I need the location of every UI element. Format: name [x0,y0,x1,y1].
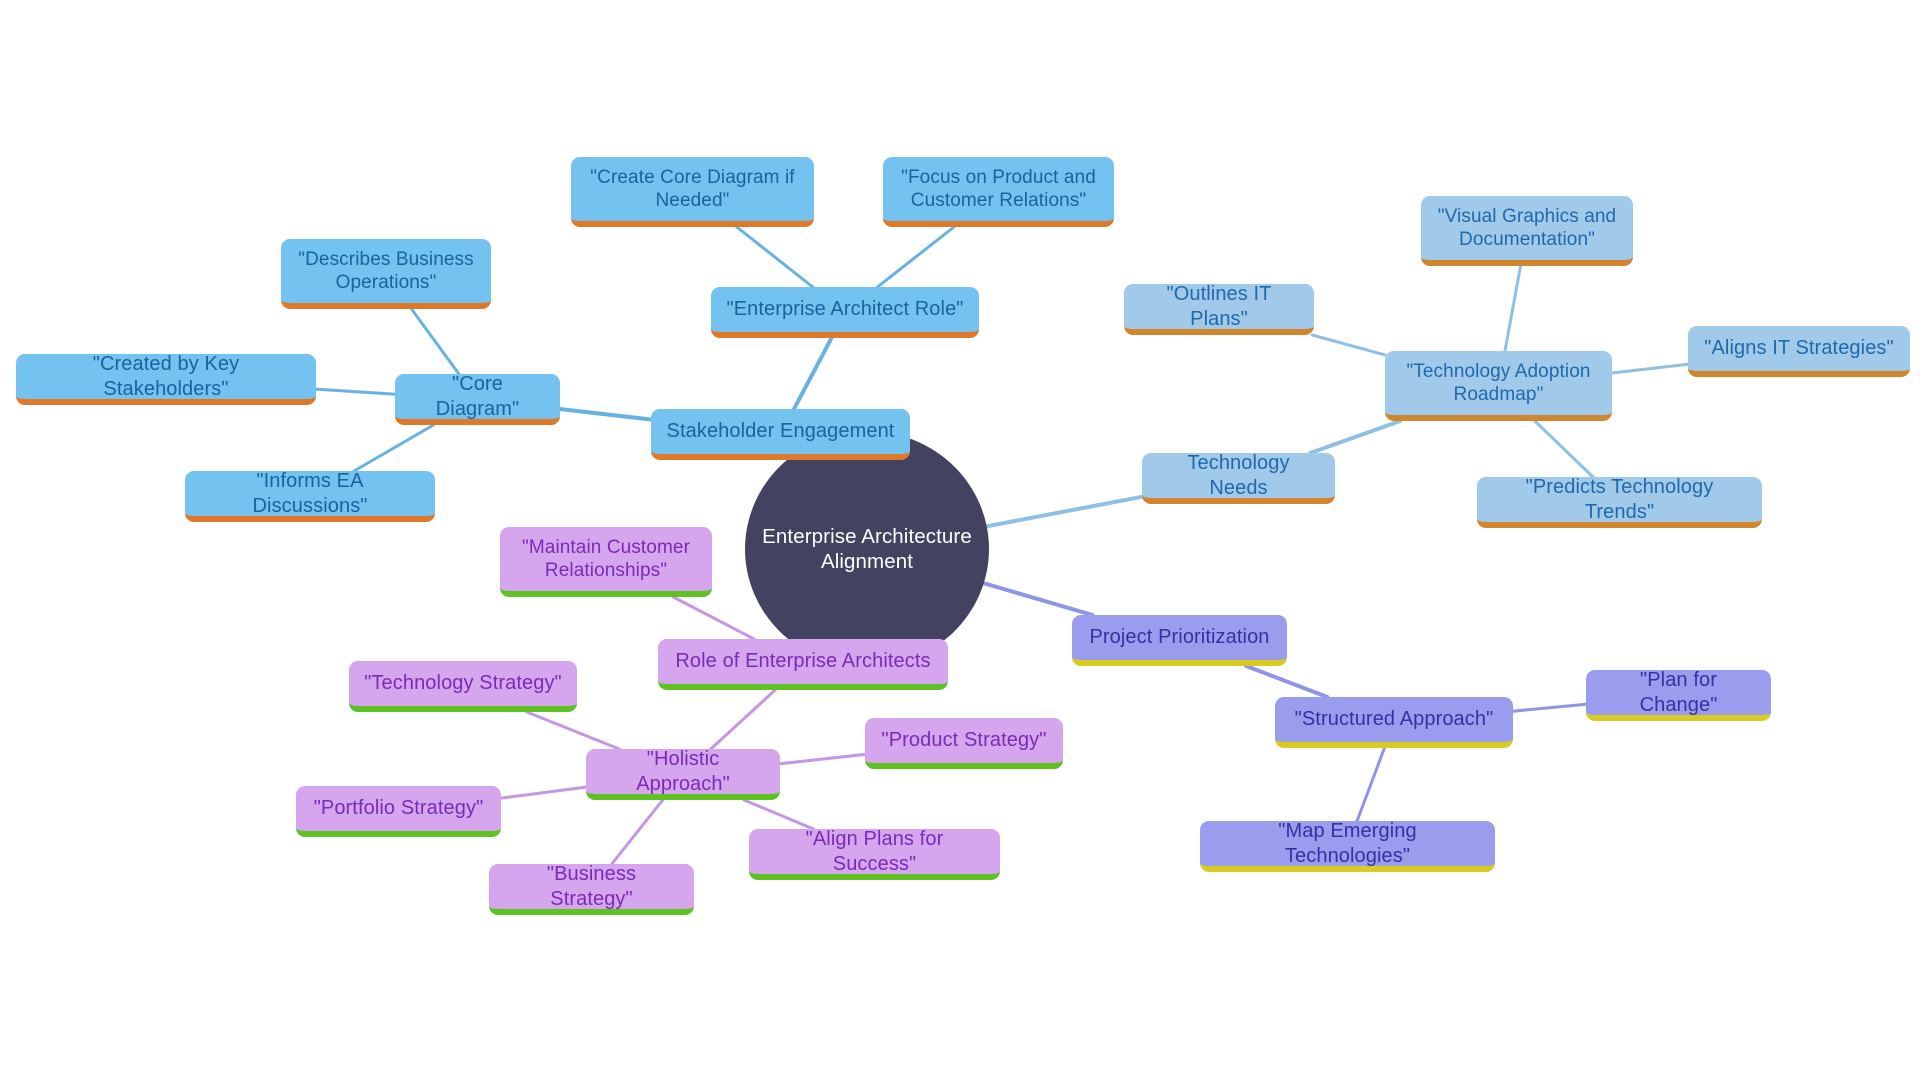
edge-role_ea-to-holistic [709,688,777,751]
edge-ea_role-to-focus_product [875,225,956,289]
mindmap-node-tech_roadmap[interactable]: "Technology Adoption Roadmap" [1385,351,1612,421]
edge-holistic-to-align_plans [742,798,815,831]
mindmap-node-visual_graphics[interactable]: "Visual Graphics and Documentation" [1421,196,1633,266]
edge-holistic-to-product_strategy [778,752,867,766]
mindmap-node-focus_product[interactable]: "Focus on Product and Customer Relations… [883,157,1114,227]
edge-core_diagram-to-informs_ea [352,423,435,473]
edge-center-to-project_prior [981,581,1095,617]
mind-map-canvas: Enterprise Architecture Alignment Stakeho… [0,0,1920,1080]
edge-tech_roadmap-to-predicts_trends [1533,419,1595,479]
edge-role_ea-to-maintain_cust [671,595,756,641]
mindmap-node-structured[interactable]: "Structured Approach" [1275,697,1513,748]
edge-tech_roadmap-to-outlines_it [1310,333,1387,357]
mindmap-node-plan_change[interactable]: "Plan for Change" [1586,669,1771,721]
mindmap-node-portfolio_strategy[interactable]: "Portfolio Strategy" [296,786,501,837]
edge-core_diagram-to-describes_biz [410,307,461,376]
mindmap-node-business_strategy[interactable]: "Business Strategy" [489,863,694,915]
edge-structured-to-plan_change [1511,702,1588,713]
mindmap-node-tech_needs[interactable]: Technology Needs [1142,452,1335,504]
mindmap-node-core_diagram[interactable]: "Core Diagram" [395,373,560,425]
mindmap-node-created_by[interactable]: "Created by Key Stakeholders" [16,353,316,405]
mindmap-node-tech_strategy[interactable]: "Technology Strategy" [349,661,577,712]
edge-holistic-to-portfolio_strategy [499,785,588,800]
edge-holistic-to-tech_strategy [525,710,621,751]
mindmap-node-maintain_cust[interactable]: "Maintain Customer Relationships" [500,527,712,597]
mindmap-node-role_ea[interactable]: Role of Enterprise Architects [658,639,948,690]
edge-project_prior-to-structured [1244,664,1330,699]
mindmap-node-create_core[interactable]: "Create Core Diagram if Needed" [571,157,814,227]
edge-ea_role-to-create_core [735,225,815,289]
mindmap-node-describes_biz[interactable]: "Describes Business Operations" [281,239,491,309]
edge-stakeholder-to-ea_role [791,336,834,411]
mindmap-node-stakeholder[interactable]: Stakeholder Engagement [651,409,910,460]
edge-holistic-to-business_strategy [610,798,665,866]
mindmap-node-holistic[interactable]: "Holistic Approach" [586,748,780,800]
edge-core_diagram-to-created_by [314,387,397,396]
mindmap-node-outlines_it[interactable]: "Outlines IT Plans" [1124,283,1314,335]
edge-tech_roadmap-to-visual_graphics [1503,264,1523,353]
edge-tech_roadmap-to-aligns_it [1610,362,1690,375]
edge-tech_needs-to-tech_roadmap [1308,419,1403,455]
edge-stakeholder-to-core_diagram [558,407,653,422]
mindmap-node-align_plans[interactable]: "Align Plans for Success" [749,828,1000,880]
mindmap-node-map_emerging[interactable]: "Map Emerging Technologies" [1200,820,1495,872]
central-node[interactable]: Enterprise Architecture Alignment [745,431,989,667]
mindmap-node-ea_role[interactable]: "Enterprise Architect Role" [711,287,979,338]
mindmap-node-product_strategy[interactable]: "Product Strategy" [865,718,1063,769]
mindmap-node-predicts_trends[interactable]: "Predicts Technology Trends" [1477,476,1762,528]
mindmap-node-project_prior[interactable]: Project Prioritization [1072,615,1287,666]
mindmap-node-aligns_it[interactable]: "Aligns IT Strategies" [1688,326,1910,377]
edge-structured-to-map_emerging [1355,746,1386,823]
edge-center-to-tech_needs [984,494,1144,529]
mindmap-node-informs_ea[interactable]: "Informs EA Discussions" [185,470,435,522]
